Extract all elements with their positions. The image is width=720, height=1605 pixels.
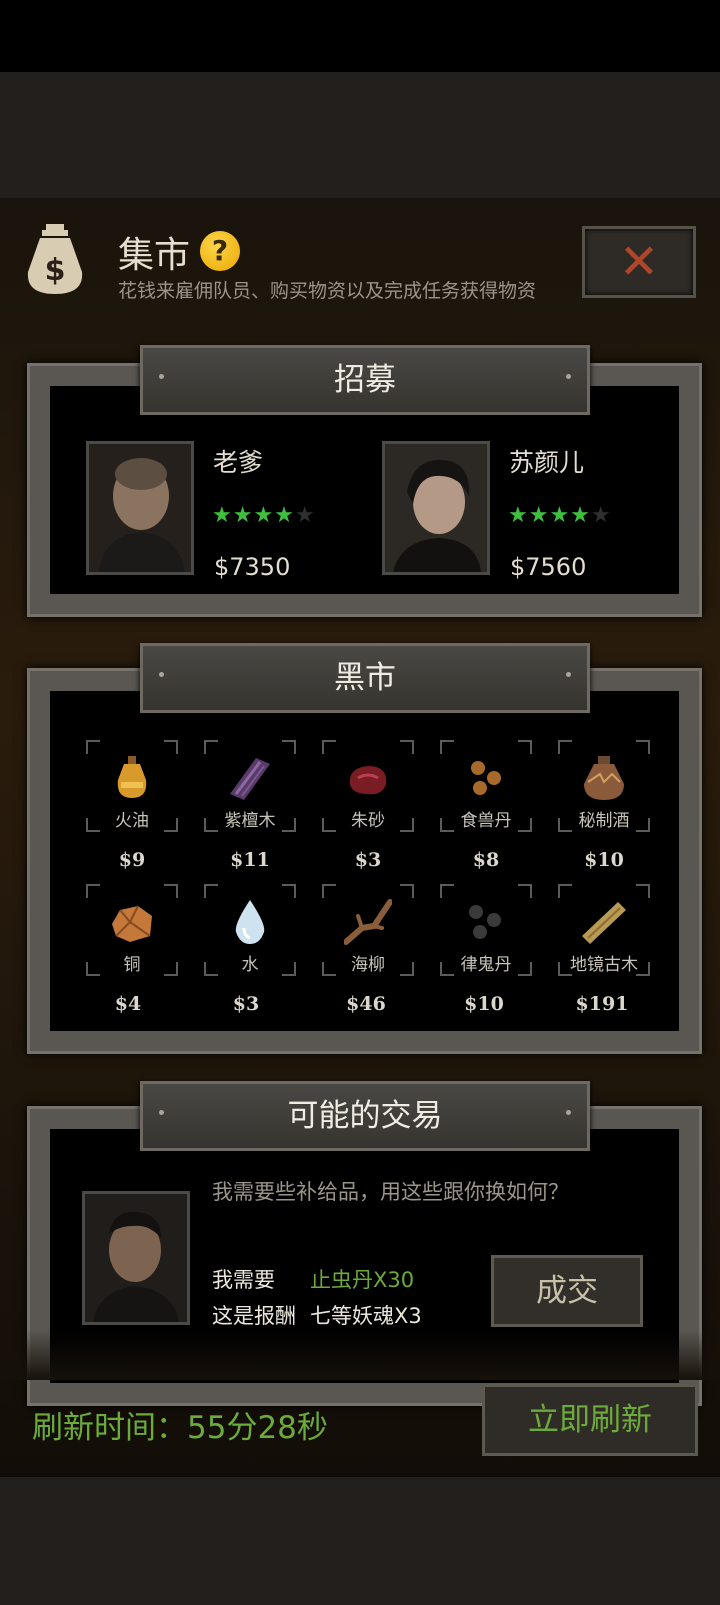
water-drop-icon [235, 900, 265, 944]
trade-need-value: 止虫丹X30 [310, 1268, 415, 1292]
close-icon: ✕ [618, 234, 660, 290]
mercenary-price: $7560 [510, 553, 587, 581]
mercenary-rating: ★★★★★ [508, 503, 612, 528]
item-price: $10 [584, 849, 624, 871]
status-bar [0, 0, 720, 72]
item-name: 水 [241, 955, 259, 975]
item-name: 秘制酒 [578, 811, 630, 831]
cinnabar-icon [349, 766, 387, 795]
market-item-slot[interactable]: 火油 [86, 740, 178, 832]
mercenary-rating: ★★★★★ [212, 503, 316, 528]
mercenary-price: $7350 [214, 553, 291, 581]
item-name: 律鬼丹 [460, 955, 512, 975]
svg-text:$: $ [45, 253, 66, 288]
trade-need-label: 我需要 [212, 1268, 275, 1292]
backdrop-top [0, 72, 720, 198]
item-price: $46 [346, 993, 386, 1015]
refresh-timer: 刷新时间：55分28秒 [32, 1410, 328, 1446]
market-item-slot[interactable]: 律鬼丹 [440, 884, 532, 976]
mercenary-name: 苏颜儿 [509, 448, 585, 477]
pills-icon [471, 761, 501, 795]
item-name: 铜 [123, 955, 141, 975]
driftwood-icon [344, 899, 392, 945]
help-icon[interactable]: ? [200, 231, 240, 271]
item-price: $11 [230, 849, 270, 871]
item-price: $4 [114, 993, 142, 1015]
market-item-slot[interactable]: 地镜古木 [558, 884, 650, 976]
deal-button[interactable]: 成交 [491, 1255, 643, 1327]
money-bag-icon: $ [27, 224, 83, 294]
oil-bottle-icon [117, 756, 147, 798]
copper-ore-icon [112, 905, 152, 942]
market-item-slot[interactable]: 朱砂 [322, 740, 414, 832]
recruit-section-title: 招募 [140, 345, 590, 415]
item-name: 地镜古木 [570, 955, 638, 975]
item-price: $3 [354, 849, 382, 871]
trade-reward-label: 这是报酬 [212, 1304, 296, 1328]
item-name: 海柳 [351, 955, 385, 975]
ancient-wood-plank-icon [582, 902, 626, 944]
item-price: $191 [575, 993, 629, 1015]
market-item-slot[interactable]: 紫檀木 [204, 740, 296, 832]
backdrop-bottom [0, 1477, 720, 1605]
mercenary-name: 老爹 [213, 448, 264, 477]
page-subtitle: 花钱来雇佣队员、购买物资以及完成任务获得物资 [118, 280, 537, 302]
item-price: $10 [464, 993, 504, 1015]
close-button[interactable]: ✕ [582, 226, 696, 298]
wine-jar-icon [584, 756, 624, 800]
market-item-slot[interactable]: 食兽丹 [440, 740, 532, 832]
market-item-slot[interactable]: 水 [204, 884, 296, 976]
item-name: 火油 [115, 811, 149, 831]
black-market-section-title: 黑市 [140, 643, 590, 713]
refresh-now-button[interactable]: 立即刷新 [482, 1384, 698, 1456]
trade-reward-value: 七等妖魂X3 [310, 1304, 422, 1328]
item-name: 食兽丹 [460, 811, 512, 831]
item-price: $3 [232, 993, 260, 1015]
item-name: 朱砂 [351, 811, 385, 831]
mercenary-portrait[interactable] [382, 441, 490, 575]
trade-section-title: 可能的交易 [140, 1081, 590, 1151]
market-item-slot[interactable]: 秘制酒 [558, 740, 650, 832]
panel-fade [0, 1330, 720, 1380]
market-item-slot[interactable]: 海柳 [322, 884, 414, 976]
purple-wood-icon [230, 758, 270, 800]
item-name: 紫檀木 [224, 811, 276, 831]
black-pills-icon [469, 905, 501, 939]
mercenary-portrait[interactable] [86, 441, 194, 575]
item-price: $8 [472, 849, 500, 871]
trade-message: 我需要些补给品，用这些跟你换如何？ [212, 1180, 569, 1204]
trader-portrait [82, 1191, 190, 1325]
page-title: 集市 [118, 235, 191, 276]
market-item-slot[interactable]: 铜 [86, 884, 178, 976]
item-price: $9 [118, 849, 146, 871]
